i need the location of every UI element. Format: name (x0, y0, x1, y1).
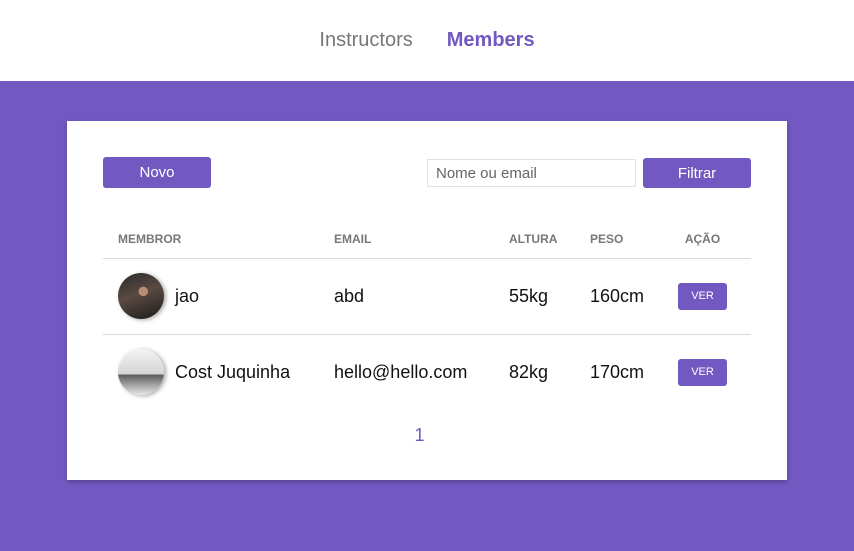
top-nav: Instructors Members (0, 0, 854, 81)
view-button[interactable]: Ver (678, 282, 727, 310)
members-card: Novo Filtrar Membror Email Altura Peso A… (67, 121, 787, 480)
search-input[interactable] (427, 159, 636, 187)
member-email: hello@hello.com (334, 361, 468, 382)
member-weight: 160cm (590, 258, 672, 335)
member-weight: 170cm (590, 361, 645, 382)
table-header-row: Membror Email Altura Peso Ação (103, 220, 751, 259)
nav-link-members[interactable]: Members (447, 29, 535, 52)
filter-button[interactable]: Filtrar (643, 158, 751, 188)
header-weight: Peso (590, 220, 672, 259)
view-button[interactable]: Ver (678, 358, 727, 386)
member-height: 82kg (509, 361, 549, 382)
pagination: 1 (67, 425, 772, 446)
header-member: Membror (103, 220, 334, 259)
member-height: 55kg (509, 258, 590, 335)
header-action: Ação (672, 220, 751, 259)
members-table: Membror Email Altura Peso Ação jao abd 5… (103, 220, 751, 410)
member-name: jao (175, 285, 200, 306)
nav-link-instructors[interactable]: Instructors (319, 29, 412, 52)
avatar (118, 273, 164, 319)
member-cell: Cost Juquinha (118, 349, 334, 396)
avatar (118, 349, 164, 396)
header-height: Altura (509, 220, 590, 259)
member-email: abd (334, 258, 509, 335)
page-link-1[interactable]: 1 (414, 425, 424, 445)
table-row: jao abd 55kg 160cm Ver (103, 258, 751, 335)
header-email: Email (334, 220, 509, 259)
new-member-button[interactable]: Novo (103, 157, 211, 188)
table-row: Cost Juquinha hello@hello.com 82kg 170cm… (103, 334, 751, 410)
member-cell: jao (118, 273, 334, 319)
member-name: Cost Juquinha (175, 361, 291, 382)
